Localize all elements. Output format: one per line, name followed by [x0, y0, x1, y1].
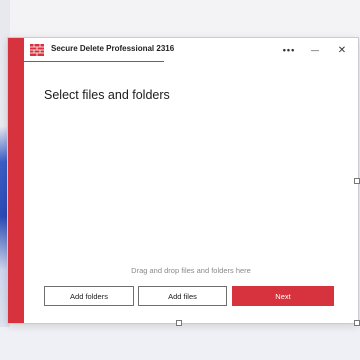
next-button[interactable]: Next — [232, 286, 334, 306]
app-window: Secure Delete Professional 2316 ••• — ✕ … — [8, 38, 358, 323]
close-icon: ✕ — [337, 44, 347, 56]
title-bar[interactable]: Secure Delete Professional 2316 ••• — ✕ — [24, 38, 358, 62]
page-title: Select files and folders — [44, 88, 170, 102]
accent-side-bar — [8, 38, 24, 323]
minimize-icon: — — [311, 45, 319, 55]
add-files-button[interactable]: Add files — [138, 286, 227, 306]
app-brick-icon — [30, 44, 44, 56]
window-title: Secure Delete Professional 2316 — [51, 44, 175, 53]
more-options-button[interactable]: ••• — [276, 40, 302, 60]
resize-handle-right[interactable] — [354, 178, 360, 184]
drop-hint: Drag and drop files and folders here — [131, 266, 251, 275]
add-folders-button[interactable]: Add folders — [44, 286, 134, 306]
minimize-button[interactable]: — — [302, 40, 328, 60]
desktop-background-bottom — [0, 327, 360, 360]
title-underline — [24, 61, 164, 62]
close-button[interactable]: ✕ — [329, 40, 355, 60]
resize-handle-bottom[interactable] — [176, 320, 182, 326]
more-dots-icon: ••• — [282, 45, 296, 55]
resize-handle-bottom-right[interactable] — [354, 320, 360, 326]
